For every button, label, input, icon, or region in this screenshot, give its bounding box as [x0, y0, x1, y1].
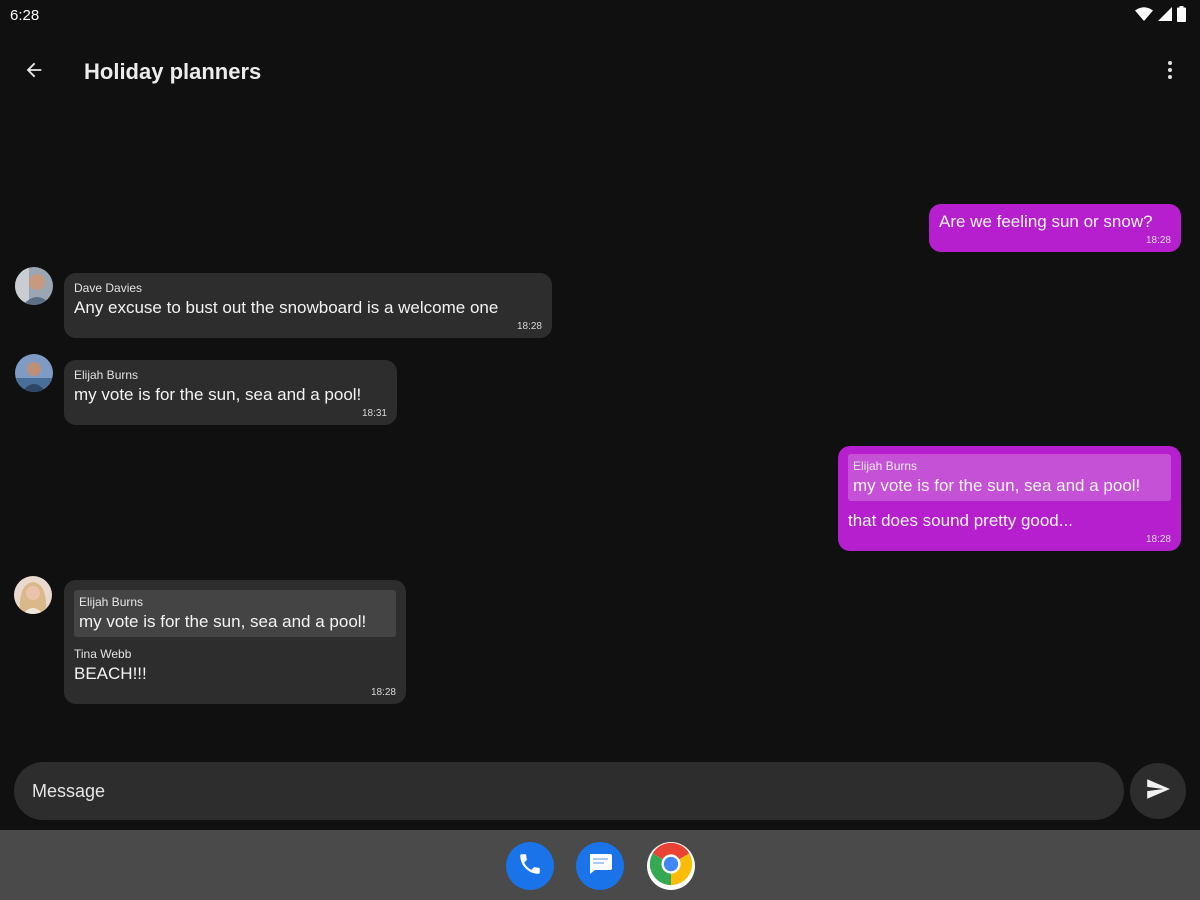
message-text: BEACH!!! [74, 664, 147, 683]
incoming-bubble: Elijah Burns my vote is for the sun, sea… [64, 360, 397, 425]
quoted-message[interactable]: Elijah Burns my vote is for the sun, sea… [848, 454, 1171, 501]
quoted-sender: Elijah Burns [853, 459, 918, 473]
arrow-back-icon [23, 59, 45, 86]
send-icon [1145, 776, 1171, 807]
quoted-text: my vote is for the sun, sea and a pool! [79, 612, 367, 631]
message-time: 18:28 [1145, 534, 1171, 545]
phone-icon [517, 851, 543, 882]
wifi-icon [1135, 7, 1153, 26]
signal-icon [1158, 7, 1172, 26]
message-input[interactable] [32, 762, 1102, 820]
quoted-message[interactable]: Elijah Burns my vote is for the sun, sea… [74, 590, 396, 637]
avatar-tina-webb[interactable] [14, 576, 52, 614]
message-item[interactable]: Elijah Burns my vote is for the sun, sea… [64, 360, 397, 425]
conversation-title: Holiday planners [84, 59, 262, 84]
sender-name: Elijah Burns [74, 368, 139, 382]
quoted-text: my vote is for the sun, sea and a pool! [853, 476, 1141, 495]
avatar-dave-davies[interactable] [15, 267, 53, 305]
incoming-bubble: Dave Davies Any excuse to bust out the s… [64, 273, 552, 338]
message-item[interactable]: Elijah Burns my vote is for the sun, sea… [838, 446, 1181, 551]
message-text: that does sound pretty good... [848, 511, 1073, 530]
app-bar: Holiday planners [0, 40, 1200, 104]
chrome-icon [648, 841, 694, 892]
message-composer [14, 762, 1124, 820]
more-vert-icon [1167, 60, 1173, 85]
back-button[interactable] [16, 54, 52, 90]
app-dock [0, 830, 1200, 900]
message-text: my vote is for the sun, sea and a pool! [74, 385, 362, 404]
quoted-sender: Elijah Burns [79, 595, 144, 609]
message-time: 18:28 [370, 687, 396, 698]
message-text: Any excuse to bust out the snowboard is … [74, 298, 499, 317]
phone-app-button[interactable] [506, 842, 554, 890]
message-time: 18:28 [516, 321, 542, 332]
message-item[interactable]: Dave Davies Any excuse to bust out the s… [64, 273, 552, 338]
avatar-elijah-burns[interactable] [15, 354, 53, 392]
message-time: 18:28 [1145, 235, 1171, 246]
status-icons [1135, 6, 1186, 27]
overflow-menu-button[interactable] [1158, 54, 1182, 90]
battery-icon [1177, 6, 1186, 27]
message-item[interactable]: Elijah Burns my vote is for the sun, sea… [64, 580, 406, 704]
incoming-bubble: Elijah Burns my vote is for the sun, sea… [64, 580, 406, 704]
sender-name: Tina Webb [74, 647, 132, 661]
send-button[interactable] [1130, 763, 1186, 819]
chrome-app-button[interactable] [647, 842, 695, 890]
message-text: Are we feeling sun or snow? [939, 212, 1153, 231]
outgoing-bubble: Elijah Burns my vote is for the sun, sea… [838, 446, 1181, 551]
message-time: 18:31 [361, 408, 387, 419]
messages-app-button[interactable] [576, 842, 624, 890]
sender-name: Dave Davies [74, 281, 143, 295]
message-item[interactable]: Are we feeling sun or snow? 18:28 [929, 204, 1181, 252]
status-bar: 6:28 [0, 0, 1200, 30]
outgoing-bubble: Are we feeling sun or snow? 18:28 [929, 204, 1181, 252]
status-time: 6:28 [10, 7, 40, 24]
messages-icon [586, 851, 614, 882]
